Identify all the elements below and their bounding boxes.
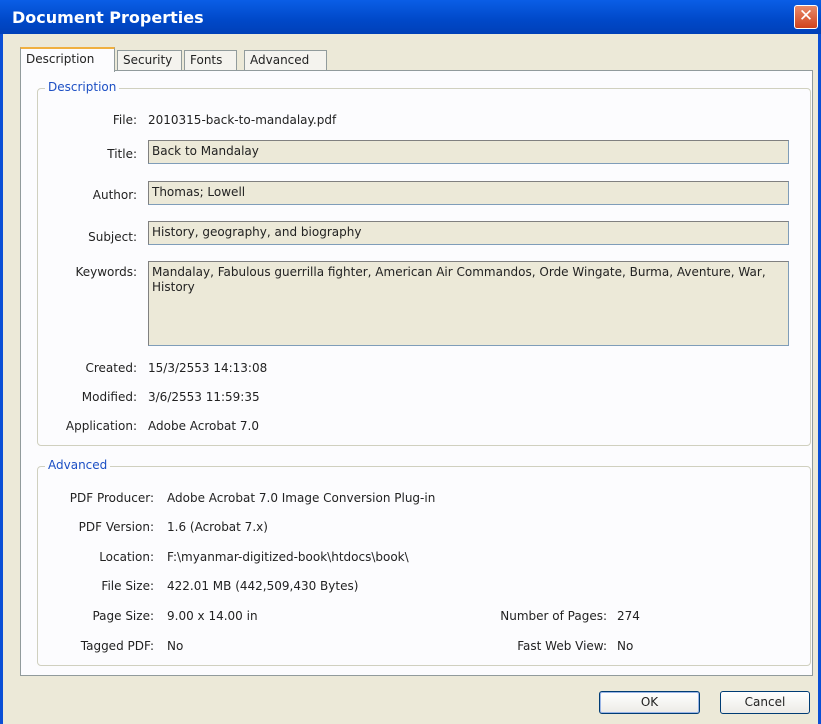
description-group: Description File: 2010315-back-to-mandal… bbox=[37, 80, 811, 446]
page-size-value: 9.00 x 14.00 in bbox=[167, 609, 258, 623]
created-label: Created: bbox=[85, 361, 137, 375]
number-of-pages-label: Number of Pages: bbox=[500, 609, 607, 623]
number-of-pages-value: 274 bbox=[617, 609, 640, 623]
location-label: Location: bbox=[99, 550, 154, 564]
close-icon: ✕ bbox=[798, 6, 814, 26]
title-bar: Document Properties ✕ bbox=[0, 0, 821, 34]
advanced-group: Advanced PDF Producer: Adobe Acrobat 7.0… bbox=[37, 458, 811, 666]
modified-value: 3/6/2553 11:59:35 bbox=[148, 390, 260, 404]
file-size-label: File Size: bbox=[101, 579, 154, 593]
fast-web-view-value: No bbox=[617, 639, 634, 653]
title-field[interactable]: Back to Mandalay bbox=[148, 140, 789, 164]
modified-label: Modified: bbox=[81, 390, 137, 404]
tab-fonts[interactable]: Fonts bbox=[184, 50, 237, 71]
tab-description[interactable]: Description bbox=[20, 47, 115, 72]
window-title: Document Properties bbox=[12, 8, 204, 27]
pdf-version-label: PDF Version: bbox=[78, 520, 154, 534]
tagged-pdf-label: Tagged PDF: bbox=[80, 639, 154, 653]
keywords-label: Keywords: bbox=[75, 265, 137, 279]
pdf-producer-label: PDF Producer: bbox=[69, 491, 154, 505]
pdf-version-value: 1.6 (Acrobat 7.x) bbox=[167, 520, 268, 534]
fast-web-view-label: Fast Web View: bbox=[517, 639, 607, 653]
tab-security[interactable]: Security bbox=[117, 50, 182, 71]
title-label: Title: bbox=[107, 147, 137, 161]
subject-field[interactable]: History, geography, and biography bbox=[148, 221, 789, 245]
pdf-producer-value: Adobe Acrobat 7.0 Image Conversion Plug-… bbox=[167, 491, 436, 505]
file-value: 2010315-back-to-mandalay.pdf bbox=[148, 113, 337, 127]
close-button[interactable]: ✕ bbox=[794, 5, 818, 29]
author-field[interactable]: Thomas; Lowell bbox=[148, 181, 789, 205]
dialog-body: Description Security Fonts Advanced Desc… bbox=[0, 34, 821, 724]
cancel-button[interactable]: Cancel bbox=[720, 691, 810, 714]
keywords-field[interactable]: Mandalay, Fabulous guerrilla fighter, Am… bbox=[148, 261, 789, 346]
file-size-value: 422.01 MB (442,509,430 Bytes) bbox=[167, 579, 359, 593]
advanced-legend: Advanced bbox=[45, 458, 111, 472]
tab-advanced[interactable]: Advanced bbox=[244, 50, 327, 71]
created-value: 15/3/2553 14:13:08 bbox=[148, 361, 268, 375]
ok-button[interactable]: OK bbox=[599, 691, 700, 714]
author-label: Author: bbox=[92, 188, 137, 202]
application-value: Adobe Acrobat 7.0 bbox=[148, 419, 259, 433]
description-legend: Description bbox=[45, 80, 120, 94]
page-size-label: Page Size: bbox=[92, 609, 154, 623]
subject-label: Subject: bbox=[88, 230, 137, 244]
location-value: F:\myanmar-digitized-book\htdocs\book\ bbox=[167, 550, 409, 564]
file-label: File: bbox=[112, 113, 137, 127]
application-label: Application: bbox=[65, 419, 137, 433]
tagged-pdf-value: No bbox=[167, 639, 184, 653]
tab-panel: Description File: 2010315-back-to-mandal… bbox=[20, 70, 813, 676]
